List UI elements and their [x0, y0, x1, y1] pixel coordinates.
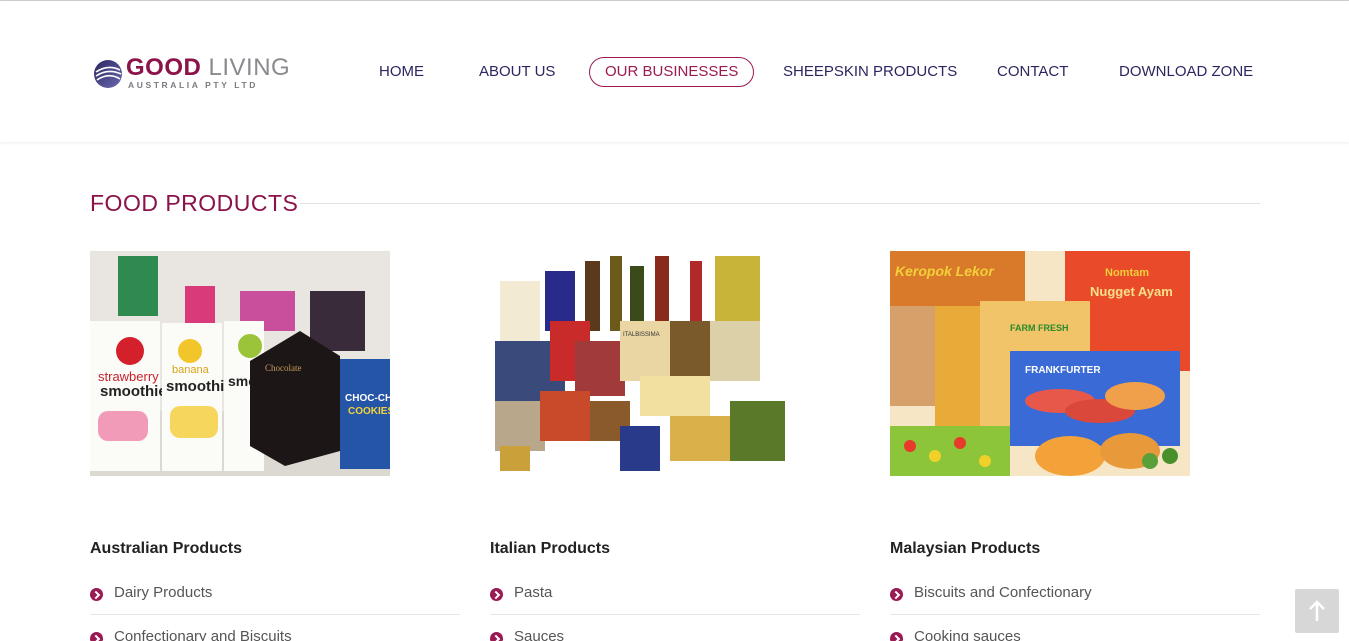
svg-text:FRANKFURTER: FRANKFURTER: [1025, 365, 1101, 376]
list-item-cooking-sauces[interactable]: Cooking sauces: [890, 627, 1260, 641]
list-item-label: Confectionary and Biscuits: [114, 628, 292, 641]
chevron-right-icon: [490, 632, 503, 641]
list-divider: [490, 614, 860, 615]
nav-about-us[interactable]: ABOUT US: [463, 57, 571, 87]
list-item-label: Biscuits and Confectionary: [914, 584, 1092, 601]
chevron-right-icon: [490, 588, 503, 601]
column-title-australian: Australian Products: [90, 540, 243, 557]
column-title-malaysian: Malaysian Products: [890, 540, 1041, 557]
list-divider: [890, 614, 1260, 615]
malaysian-products-image[interactable]: Keropok Lekor Nomtam Nugget Ayam FARM FR…: [890, 251, 1190, 476]
svg-text:Nugget Ayam: Nugget Ayam: [1090, 284, 1173, 299]
svg-text:Chocolate: Chocolate: [265, 363, 302, 373]
column-title-italian: Italian Products: [490, 540, 611, 557]
chevron-right-icon: [90, 632, 103, 641]
svg-text:Nomtam: Nomtam: [1105, 267, 1149, 279]
chevron-right-icon: [90, 588, 103, 601]
nav-sheepskin-products[interactable]: SHEEPSKIN PRODUCTS: [767, 57, 973, 87]
arrow-up-icon: [1309, 600, 1325, 621]
site-header: GOOD LIVING AUSTRALIA PTY LTD HOME ABOUT…: [0, 1, 1349, 142]
list-item-label: Sauces: [514, 628, 565, 641]
smoothie-boxes-photo: strawberry smoothie banana smoothie smoo…: [90, 251, 390, 476]
list-item-sauces[interactable]: Sauces: [490, 627, 860, 641]
section-divider: [300, 203, 1260, 204]
svg-text:smoothie: smoothie: [166, 378, 233, 395]
svg-text:smoothie: smoothie: [100, 383, 167, 400]
nav-contact[interactable]: CONTACT: [981, 57, 1084, 87]
section-title: FOOD PRODUCTS: [90, 190, 299, 216]
svg-text:CHOC-CHIP: CHOC-CHIP: [345, 393, 390, 404]
list-item-biscuits-confectionary[interactable]: Biscuits and Confectionary: [890, 583, 1260, 623]
list-item-label: Dairy Products: [114, 584, 213, 601]
list-item-confectionary-biscuits[interactable]: Confectionary and Biscuits: [90, 627, 460, 641]
svg-text:COOKIES: COOKIES: [348, 406, 390, 417]
nav-home[interactable]: HOME: [363, 57, 440, 87]
frozen-foods-photo: Keropok Lekor Nomtam Nugget Ayam FARM FR…: [890, 251, 1190, 476]
list-divider: [90, 614, 460, 615]
italian-products-image[interactable]: ITALBISSIMA: [490, 251, 790, 476]
svg-text:ITALBISSIMA: ITALBISSIMA: [623, 332, 660, 338]
svg-text:FARM FRESH: FARM FRESH: [1010, 323, 1069, 333]
main-nav: HOME ABOUT US OUR BUSINESSES SHEEPSKIN P…: [0, 57, 1349, 87]
back-to-top-button[interactable]: [1295, 589, 1339, 633]
list-item-dairy-products[interactable]: Dairy Products: [90, 583, 460, 623]
nav-download-zone[interactable]: DOWNLOAD ZONE: [1103, 57, 1269, 87]
australian-products-image[interactable]: strawberry smoothie banana smoothie smoo…: [90, 251, 390, 476]
svg-text:strawberry: strawberry: [98, 369, 159, 384]
svg-text:Keropok Lekor: Keropok Lekor: [895, 263, 995, 279]
chevron-right-icon: [890, 588, 903, 601]
nav-our-businesses[interactable]: OUR BUSINESSES: [589, 57, 755, 87]
list-item-pasta[interactable]: Pasta: [490, 583, 860, 623]
chevron-right-icon: [890, 632, 903, 641]
italian-groceries-photo: ITALBISSIMA: [490, 251, 790, 476]
svg-text:banana: banana: [172, 364, 210, 376]
list-item-label: Pasta: [514, 584, 553, 601]
list-item-label: Cooking sauces: [914, 628, 1021, 641]
